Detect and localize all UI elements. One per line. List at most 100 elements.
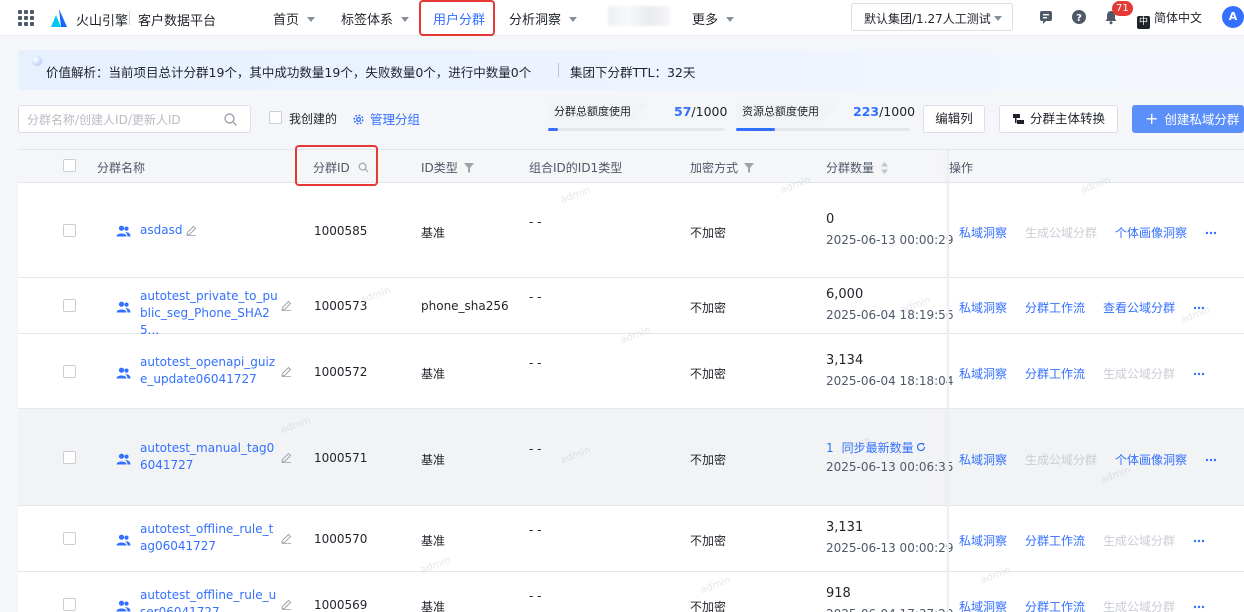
- segment-name-link[interactable]: autotest_private_to_public_seg_Phone_SHA…: [140, 288, 280, 339]
- row-action-link: 生成公域分群: [1025, 226, 1098, 240]
- id-type: 基准: [421, 226, 446, 240]
- nav-item-label: 用户分群: [433, 13, 486, 28]
- row-checkbox[interactable]: [63, 365, 76, 378]
- row-action-link[interactable]: 私域洞察: [959, 600, 1007, 612]
- edit-icon[interactable]: [186, 225, 197, 236]
- search-icon[interactable]: [358, 162, 369, 173]
- row-action-link[interactable]: 分群工作流: [1025, 301, 1085, 315]
- resource-quota-total: /1000: [879, 104, 916, 119]
- row-action-link[interactable]: 私域洞察: [959, 301, 1007, 315]
- row-action-link[interactable]: 查看公域分群: [1103, 301, 1175, 315]
- segment-name-link[interactable]: autotest_offline_rule_tag06041727: [140, 521, 280, 555]
- language-label: 简体中文: [1154, 11, 1203, 25]
- table-row[interactable]: autotest_manual_tag06041727 1000571 基准 - - 不…: [18, 409, 1244, 506]
- avatar[interactable]: A: [1222, 6, 1244, 28]
- mine-checkbox[interactable]: [269, 111, 282, 124]
- nav-item-user-segments[interactable]: 用户分群: [433, 9, 485, 28]
- updated-time: 2025-06-13 00:00:29: [826, 541, 954, 555]
- row-checkbox[interactable]: [63, 532, 76, 545]
- segment-name-link[interactable]: autotest_openapi_guize_update06041727: [140, 354, 280, 388]
- more-icon[interactable]: [1193, 299, 1205, 310]
- row-action-link[interactable]: 分群工作流: [1025, 534, 1085, 548]
- encryption: 不加密: [690, 301, 727, 315]
- more-icon[interactable]: [1193, 532, 1205, 543]
- segment-count-value: 0: [826, 212, 835, 227]
- edit-columns-button[interactable]: 编辑列: [923, 105, 985, 133]
- column-header-name: 分群名称: [97, 161, 146, 175]
- column-header-id[interactable]: 分群ID: [313, 159, 369, 176]
- segment-table: 分群名称 分群ID ID类型 组合ID的ID1类型 加密方式 分群数量 操作 a…: [18, 149, 1244, 612]
- language-icon: 中: [1137, 16, 1150, 29]
- table-row[interactable]: autotest_private_to_public_seg_Phone_SHA…: [18, 278, 1244, 337]
- switch-entity-button[interactable]: 分群主体转换: [999, 105, 1118, 133]
- sort-icon[interactable]: [880, 162, 889, 174]
- nav-item-more[interactable]: 更多: [692, 9, 735, 28]
- row-action-link[interactable]: 私域洞察: [959, 453, 1007, 467]
- user-group-icon: [116, 453, 131, 465]
- segment-name-link[interactable]: autotest_offline_rule_user06041727: [140, 587, 280, 612]
- table-row[interactable]: autotest_offline_rule_user06041727 100056…: [18, 572, 1244, 612]
- search-input[interactable]: [27, 111, 217, 129]
- group-select[interactable]: 默认集团/1.27人工测试: [851, 3, 1013, 31]
- help-icon[interactable]: ?: [1071, 9, 1087, 25]
- more-icon[interactable]: [1205, 224, 1217, 235]
- nav-item-redacted[interactable]: [608, 6, 670, 26]
- chevron-down-icon: [994, 16, 1002, 21]
- brand-name[interactable]: 火山引擎: [76, 10, 128, 29]
- edit-icon[interactable]: [281, 533, 292, 544]
- search-icon[interactable]: [223, 112, 238, 127]
- edit-icon[interactable]: [281, 452, 292, 463]
- resource-quota-value: 223/1000: [853, 104, 915, 119]
- row-action-link[interactable]: 分群工作流: [1025, 600, 1085, 612]
- row-action-link: 生成公域分群: [1025, 453, 1098, 467]
- fixed-column-divider: [947, 150, 949, 612]
- filter-icon[interactable]: [463, 163, 474, 173]
- row-action-link[interactable]: 私域洞察: [959, 226, 1007, 240]
- create-segment-label: 创建私域分群: [1164, 112, 1240, 127]
- row-checkbox[interactable]: [63, 598, 76, 611]
- row-action-link[interactable]: 分群工作流: [1025, 367, 1085, 381]
- segment-name-link[interactable]: autotest_manual_tag06041727: [140, 440, 280, 474]
- edit-icon[interactable]: [281, 300, 292, 311]
- nav-item-tags[interactable]: 标签体系: [341, 9, 410, 28]
- segment-name-link[interactable]: asdasd: [140, 222, 280, 239]
- column-header-count[interactable]: 分群数量: [826, 159, 889, 176]
- message-icon[interactable]: [1038, 9, 1054, 25]
- segment-count: 3,131: [826, 520, 863, 535]
- segment-id: 1000571: [314, 451, 368, 465]
- row-action-link[interactable]: 私域洞察: [959, 367, 1007, 381]
- row-action-link[interactable]: 个体画像洞察: [1115, 453, 1187, 467]
- nav-item-analysis[interactable]: 分析洞察: [509, 9, 578, 28]
- mine-label[interactable]: 我创建的: [289, 110, 337, 127]
- more-icon[interactable]: [1193, 365, 1205, 376]
- table-row[interactable]: asdasd 1000585 基准 - - 不加密 0 2025-06-13 00:00:2…: [18, 184, 1244, 278]
- row-action-link[interactable]: 个体画像洞察: [1115, 226, 1187, 240]
- app-grid-icon[interactable]: [18, 10, 34, 26]
- row-checkbox[interactable]: [63, 299, 76, 312]
- more-icon[interactable]: [1193, 598, 1205, 609]
- table-row[interactable]: autotest_offline_rule_tag06041727 1000570…: [18, 506, 1244, 572]
- manage-groups-link[interactable]: 管理分组: [352, 109, 420, 128]
- column-header-encryption-label: 加密方式: [690, 161, 739, 175]
- segment-count-value: 3,134: [826, 353, 864, 368]
- language-switch[interactable]: 中简体中文: [1137, 9, 1202, 29]
- table-row[interactable]: autotest_openapi_guize_update06041727 100…: [18, 334, 1244, 409]
- row-checkbox[interactable]: [63, 224, 76, 237]
- edit-icon[interactable]: [281, 366, 292, 377]
- row-checkbox[interactable]: [63, 451, 76, 464]
- edit-icon[interactable]: [281, 599, 292, 610]
- segment-count-value: 1: [826, 441, 834, 455]
- more-icon[interactable]: [1205, 451, 1217, 462]
- row-action-link[interactable]: 私域洞察: [959, 534, 1007, 548]
- encryption: 不加密: [690, 226, 727, 240]
- select-all-checkbox[interactable]: [63, 159, 76, 172]
- row-action-link: 生成公域分群: [1103, 534, 1176, 548]
- column-header-id-type: ID类型: [421, 159, 474, 176]
- sync-count-link[interactable]: 同步最新数量: [842, 441, 926, 455]
- create-segment-button[interactable]: + 创建私域分群: [1132, 105, 1244, 133]
- nav-item-home[interactable]: 首页: [273, 9, 316, 28]
- banner-ttl: 集团下分群TTL：32天: [570, 65, 696, 80]
- filter-icon[interactable]: [744, 163, 755, 173]
- id-type: phone_sha256: [421, 299, 509, 313]
- sync-count-label: 同步最新数量: [841, 441, 914, 455]
